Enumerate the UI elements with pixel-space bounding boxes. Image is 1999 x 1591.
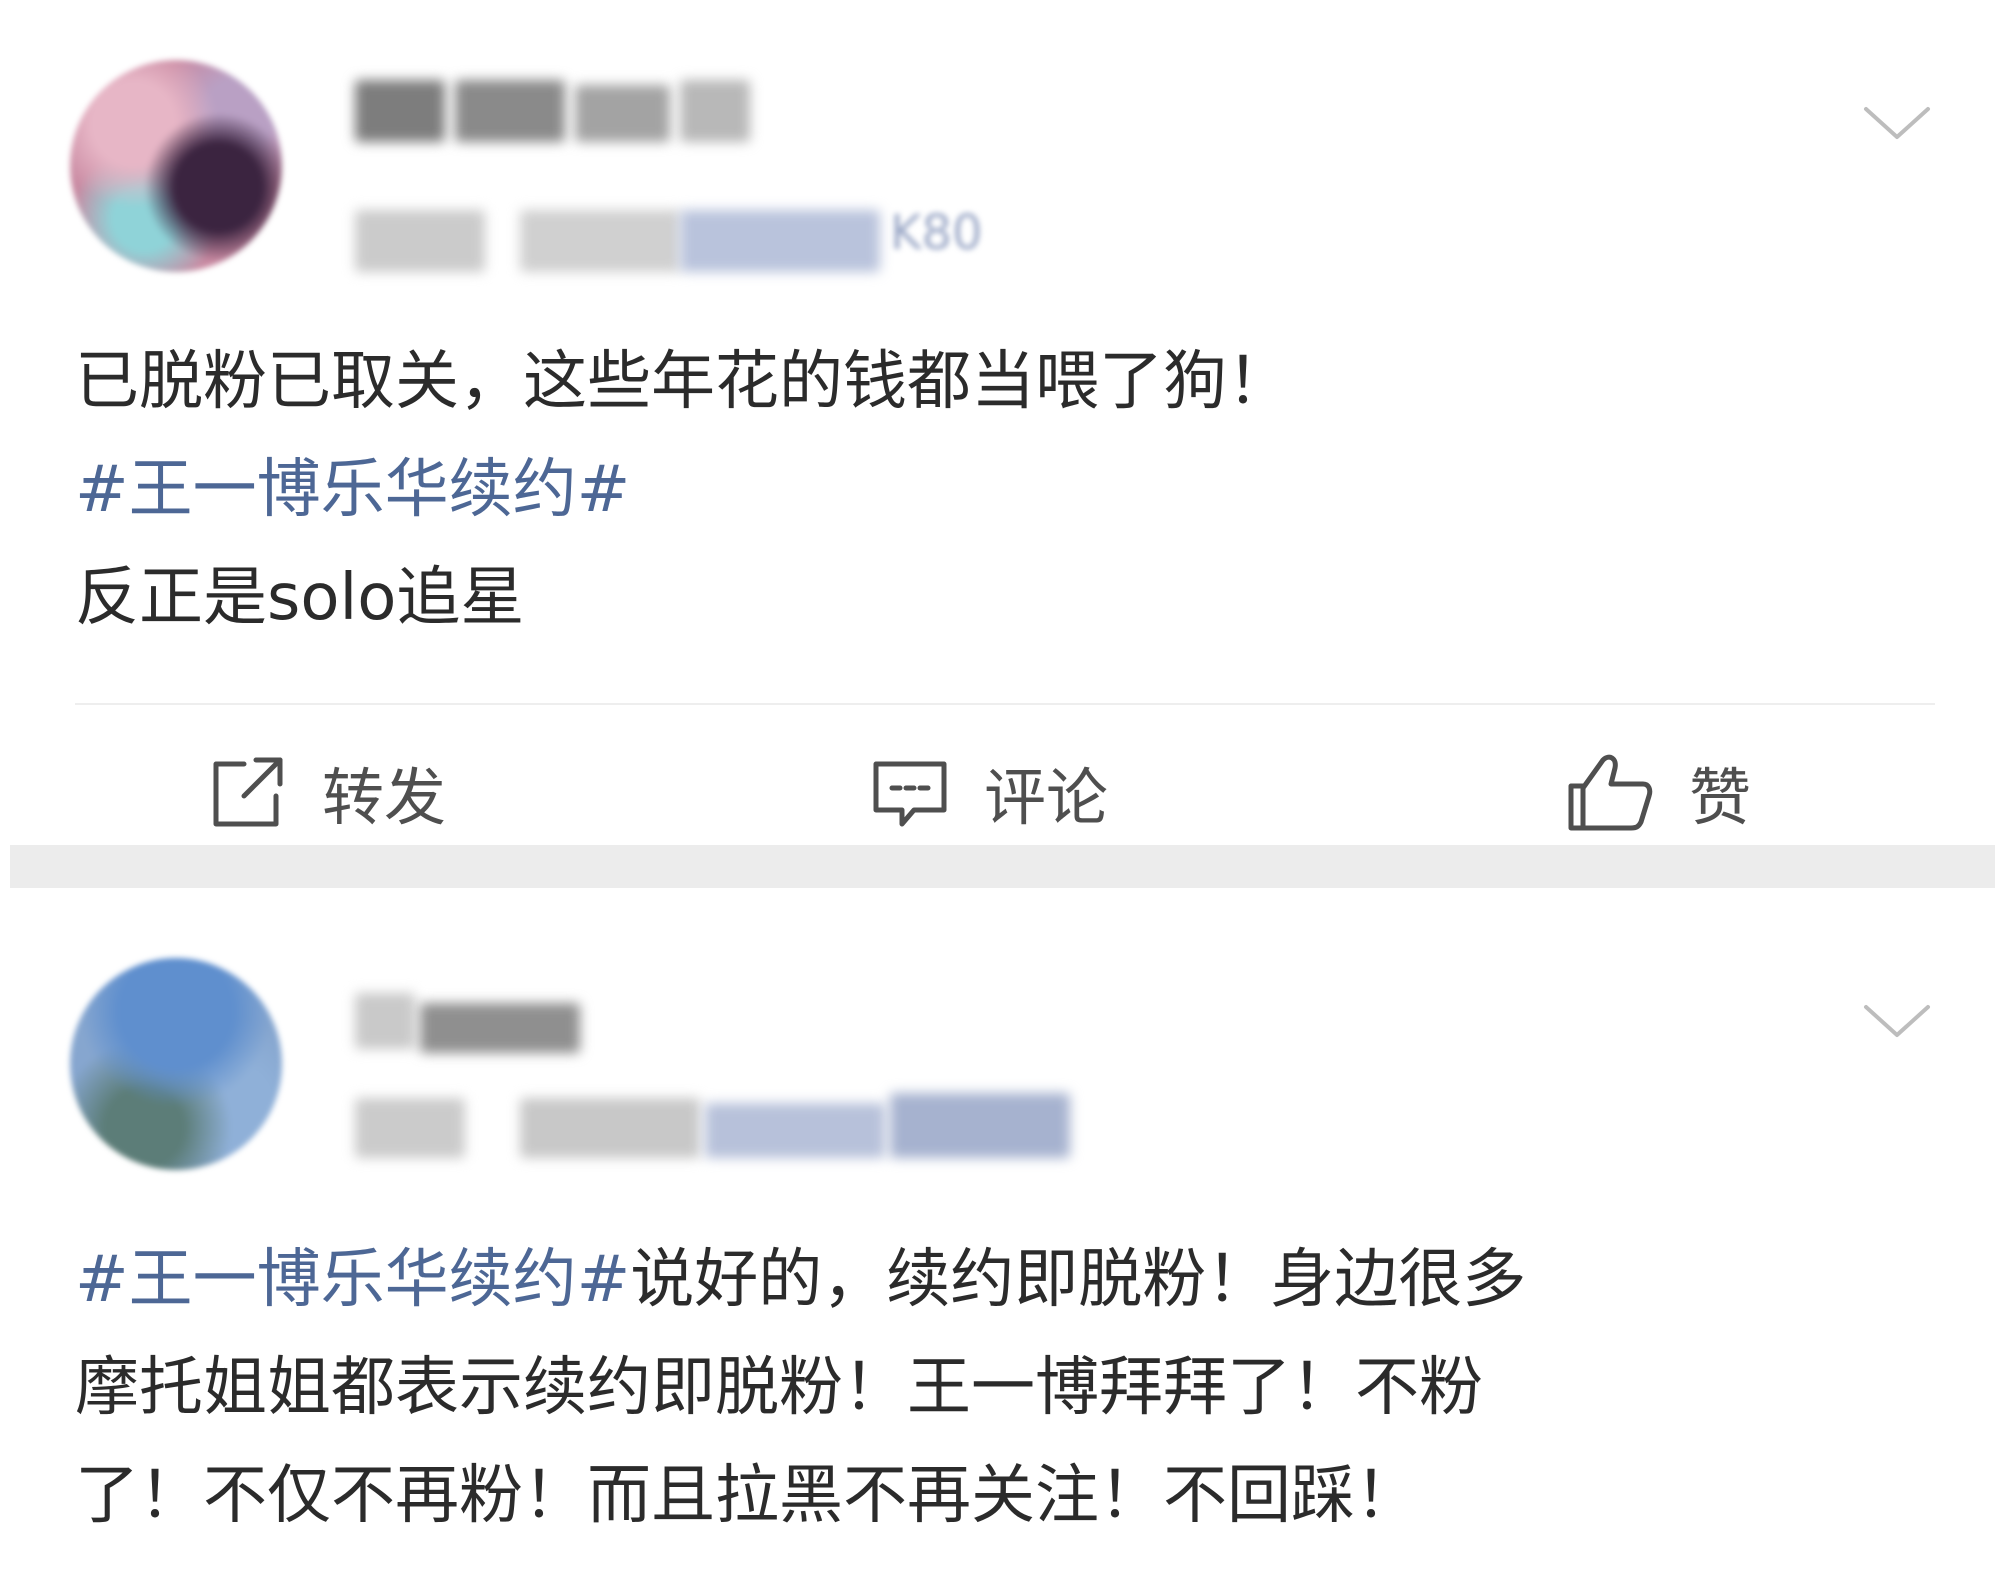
- avatar[interactable]: [70, 958, 282, 1170]
- repost-button[interactable]: 转发: [208, 752, 446, 834]
- chevron-down-icon[interactable]: [1862, 1001, 1932, 1041]
- post-text: 已脱粉已取关，这些年花的钱都当喂了狗！: [75, 345, 1291, 419]
- like-button[interactable]: 赞: [1565, 752, 1751, 834]
- chevron-down-icon[interactable]: [1862, 103, 1932, 143]
- post-content: 已脱粉已取关，这些年花的钱都当喂了狗！ #王一博乐华续约# 反正是solo追星: [75, 328, 1925, 652]
- divider: [75, 703, 1935, 705]
- feed-separator: [10, 845, 1995, 888]
- post-text: 反正是solo追星: [75, 561, 525, 635]
- topic-link[interactable]: #王一博乐华续约#: [75, 1243, 630, 1317]
- thumbs-up-icon: [1568, 754, 1653, 831]
- post-card: K80 已脱粉已取关，这些年花的钱都当喂了狗！ #王一博乐华续约# 反正是sol…: [0, 0, 1999, 845]
- repost-label: 转发: [322, 761, 447, 834]
- comment-label: 评论: [984, 761, 1109, 834]
- post-content: #王一博乐华续约#说好的，续约即脱粉！身边很多 摩托姐姐都表示续约即脱粉！王一博…: [75, 1226, 1895, 1550]
- post-text: 摩托姐姐都表示续约即脱粉！王一博拜拜了！不粉: [75, 1351, 1483, 1425]
- post-card: #王一博乐华续约#说好的，续约即脱粉！身边很多 摩托姐姐都表示续约即脱粉！王一博…: [0, 888, 1999, 1591]
- topic-link[interactable]: #王一博乐华续约#: [75, 436, 1925, 544]
- post-line: #王一博乐华续约#说好的，续约即脱粉！身边很多: [75, 1226, 1895, 1334]
- post-text: 说好的，续约即脱粉！身边很多: [630, 1243, 1527, 1317]
- avatar[interactable]: [70, 60, 282, 272]
- device-source: K80: [890, 205, 983, 261]
- like-label: 赞: [1689, 761, 1752, 834]
- share-out-icon: [213, 757, 283, 827]
- weibo-feed: K80 已脱粉已取关，这些年花的钱都当喂了狗！ #王一博乐华续约# 反正是sol…: [0, 0, 1999, 1591]
- comment-button[interactable]: 评论: [870, 752, 1108, 834]
- comment-bubble-icon: [873, 761, 947, 827]
- post-text: 了！不仅不再粉！而且拉黑不再关注！不回踩！: [75, 1459, 1419, 1533]
